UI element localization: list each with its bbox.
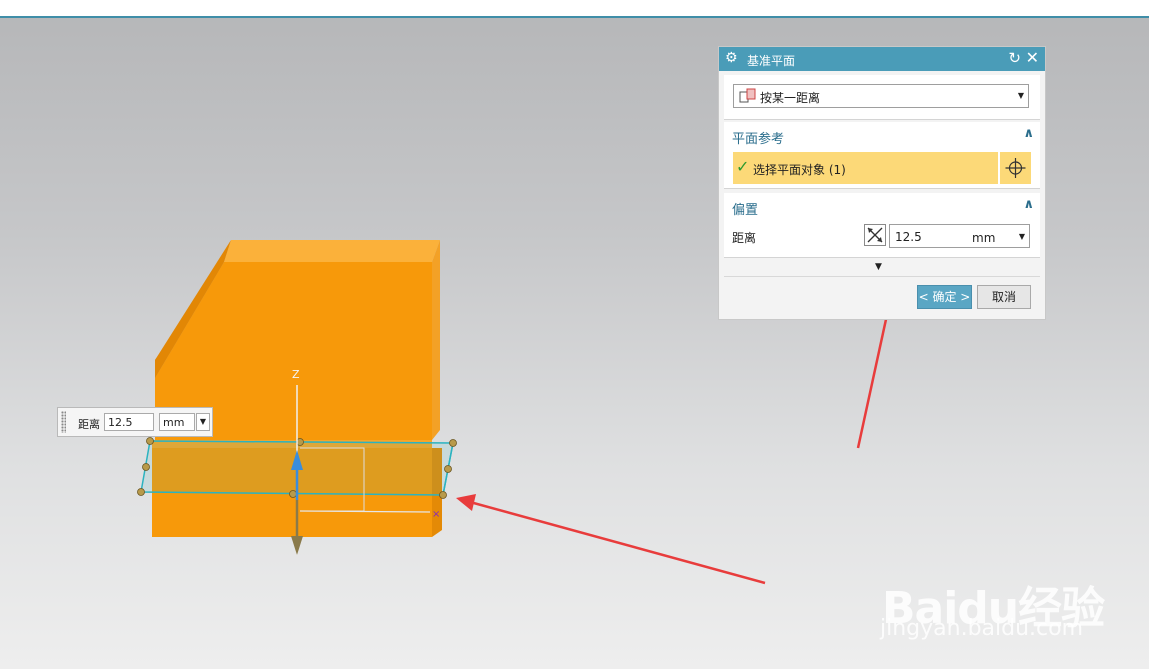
- select-plane-object[interactable]: ✓ 选择平面对象 (1): [733, 152, 998, 184]
- floating-distance-input[interactable]: 12.5: [104, 413, 154, 431]
- chevron-up-icon[interactable]: ∧: [1023, 197, 1034, 212]
- distance-label: 距离: [732, 231, 757, 245]
- x-axis-marker: ×: [432, 509, 440, 520]
- chevron-down-icon[interactable]: ▼: [1018, 91, 1024, 100]
- select-plane-object-label: 选择平面对象 (1): [753, 163, 846, 177]
- dialog-title: 基准平面: [747, 54, 796, 68]
- distance-measure-button[interactable]: [864, 224, 886, 246]
- block-top-face: [224, 240, 440, 262]
- distance-unit[interactable]: mm: [972, 231, 995, 245]
- chevron-down-icon[interactable]: ▼: [1019, 232, 1025, 241]
- crosshair-icon: [1005, 158, 1026, 178]
- block-slant-face: [155, 262, 432, 378]
- z-axis-label: Z: [292, 368, 300, 381]
- offset-section: 偏置 ∧ 距离 12.5 mm ▼: [724, 193, 1040, 258]
- cancel-button[interactable]: 取消: [977, 285, 1031, 309]
- divider: [724, 276, 1040, 277]
- checkmark-icon: ✓: [736, 157, 750, 176]
- gear-icon[interactable]: ⚙: [725, 50, 738, 66]
- type-select-value: 按某一距离: [760, 91, 821, 105]
- more-options-icon[interactable]: ▼: [875, 262, 882, 272]
- plane-offset-icon: [739, 88, 756, 103]
- chevron-down-icon[interactable]: ▼: [196, 413, 210, 431]
- annotation-arrow-2: [469, 500, 766, 585]
- annotation-arrow-2-head: [456, 494, 476, 511]
- dialog-titlebar[interactable]: ⚙ 基准平面 ↻ ✕: [719, 47, 1045, 71]
- type-select[interactable]: 按某一距离 ▼: [733, 84, 1029, 108]
- offset-heading[interactable]: 偏置: [732, 199, 758, 218]
- floating-distance-box[interactable]: 距离 12.5 mm ▼: [57, 407, 213, 437]
- floating-distance-label: 距离: [78, 418, 100, 431]
- close-icon[interactable]: ✕: [1026, 48, 1039, 67]
- reset-icon[interactable]: ↻: [1008, 49, 1021, 67]
- plane-reference-section: 平面参考 ∧ ✓ 选择平面对象 (1): [724, 122, 1040, 189]
- distance-value[interactable]: 12.5: [895, 230, 922, 244]
- chevron-up-icon[interactable]: ∧: [1023, 126, 1034, 141]
- block-right-face: [432, 240, 440, 440]
- plane-reference-heading[interactable]: 平面参考: [732, 128, 784, 147]
- type-section: 按某一距离 ▼: [724, 75, 1040, 120]
- floating-unit-select[interactable]: mm: [159, 413, 195, 431]
- datum-plane-dialog: ⚙ 基准平面 ↻ ✕ 按某一距离 ▼ 平面参考 ∧ ✓ 选择平面对象 (1) 偏…: [718, 46, 1046, 320]
- ok-button[interactable]: < 确定 >: [917, 285, 972, 309]
- baidu-watermark-url: jingyan.baidu.com: [880, 616, 1084, 641]
- distance-input[interactable]: 12.5 mm ▼: [889, 224, 1030, 248]
- normal-arrow-down-head[interactable]: [291, 536, 303, 555]
- crosshair-button[interactable]: [1000, 152, 1031, 184]
- drag-grip[interactable]: [61, 411, 66, 433]
- diagonal-arrow-icon: [867, 227, 883, 243]
